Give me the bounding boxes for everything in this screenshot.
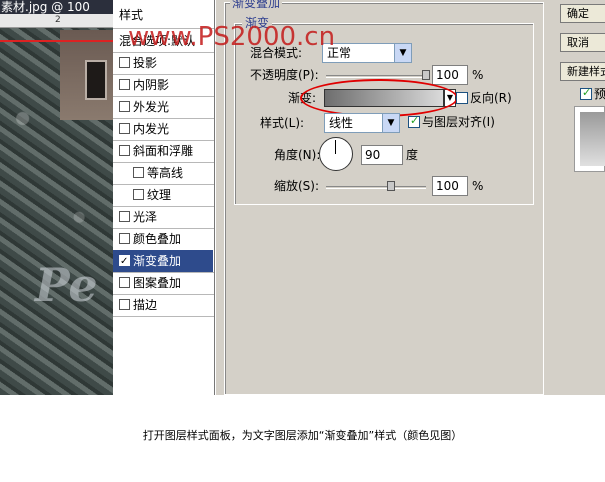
checkbox-icon[interactable] (133, 189, 144, 200)
chevron-down-icon[interactable]: ▼ (394, 44, 411, 62)
checkbox-icon[interactable] (119, 145, 130, 156)
style-item-pattern-overlay[interactable]: 图案叠加 (113, 272, 213, 294)
style-item-stroke[interactable]: 描边 (113, 294, 213, 316)
ruler-number: 2 (55, 15, 61, 25)
checkbox-icon[interactable] (119, 79, 130, 90)
style-preview-swatch (580, 112, 605, 166)
group-title: 渐变叠加 (230, 0, 283, 11)
angle-dial[interactable] (319, 137, 353, 171)
opacity-input[interactable]: 100 (432, 65, 468, 85)
style-label: 样式(L): (260, 116, 305, 130)
angle-label: 角度(N): (274, 148, 321, 162)
scale-input[interactable]: 100 (432, 176, 468, 196)
scale-slider-thumb[interactable] (387, 181, 395, 191)
angle-needle (335, 140, 336, 154)
checkbox-icon[interactable] (133, 167, 144, 178)
checkbox-icon[interactable] (119, 299, 130, 310)
style-item-gradient-overlay[interactable]: 渐变叠加 (113, 250, 213, 273)
caption-area: 打开图层样式面板，为文字图层添加“渐变叠加”样式（颜色见图） (0, 395, 605, 482)
dialog-buttons-column: 确定 取消 新建样式... 预览 (560, 0, 605, 395)
opacity-slider-thumb[interactable] (422, 70, 430, 80)
new-style-button[interactable]: 新建样式... (560, 62, 605, 81)
layer-style-list: 样式 混合选项:默认 投影 内阴影 外发光 内发光 斜面和浮雕 等高线 纹理 光… (113, 0, 215, 395)
checkbox-icon[interactable] (119, 123, 130, 134)
style-item-bevel-emboss[interactable]: 斜面和浮雕 (113, 140, 213, 162)
align-with-layer-checkbox[interactable] (408, 114, 420, 128)
preview-label: 预览 (594, 87, 605, 101)
cancel-button[interactable]: 取消 (560, 33, 605, 52)
preview-checkbox[interactable] (580, 86, 592, 100)
checkbox-icon[interactable] (119, 57, 130, 68)
chevron-down-icon[interactable]: ▼ (382, 114, 399, 132)
style-item-inner-glow[interactable]: 内发光 (113, 118, 213, 140)
angle-unit-label: 度 (406, 148, 419, 162)
document-title: 素材.jpg @ 100 (1, 0, 90, 14)
guide-line (0, 40, 113, 42)
opacity-label: 不透明度(P): (250, 68, 319, 82)
scale-label: 缩放(S): (274, 179, 320, 193)
opacity-slider-track[interactable] (326, 75, 426, 78)
gradient-overlay-panel: 渐变叠加 渐变 混合模式: 正常 ▼ 不透明度(P): 100 % 渐变: ▼ … (216, 0, 560, 395)
document-canvas: Pe (0, 0, 113, 395)
scale-percent-label: % (472, 179, 484, 193)
checkbox-icon[interactable] (119, 101, 130, 112)
scale-slider-track[interactable] (326, 186, 426, 189)
style-item-contour[interactable]: 等高线 (113, 162, 213, 184)
checkbox-icon[interactable] (119, 233, 130, 244)
style-item-satin[interactable]: 光泽 (113, 206, 213, 228)
reverse-label: 反向(R) (470, 91, 512, 105)
style-item-outer-glow[interactable]: 外发光 (113, 96, 213, 118)
checkbox-icon[interactable] (119, 211, 130, 222)
watermark: www.PS2000.cn (128, 22, 336, 52)
checkbox-checked-icon[interactable] (119, 251, 130, 273)
opacity-percent-label: % (472, 68, 484, 82)
style-item-drop-shadow[interactable]: 投影 (113, 52, 213, 74)
canvas-overlay-text: Pe (35, 258, 98, 312)
checkbox-icon[interactable] (119, 277, 130, 288)
angle-input[interactable]: 90 (361, 145, 403, 165)
caption-text: 打开图层样式面板，为文字图层添加“渐变叠加”样式（颜色见图） (142, 429, 463, 442)
blend-mode-select[interactable]: 正常 ▼ (322, 43, 412, 63)
style-item-texture[interactable]: 纹理 (113, 184, 213, 206)
style-item-color-overlay[interactable]: 颜色叠加 (113, 228, 213, 250)
style-select[interactable]: 线性 ▼ (324, 113, 400, 133)
ok-button[interactable]: 确定 (560, 4, 605, 23)
align-with-layer-label: 与图层对齐(I) (422, 115, 495, 129)
reverse-checkbox[interactable] (456, 92, 468, 104)
window-image (85, 60, 107, 100)
style-item-inner-shadow[interactable]: 内阴影 (113, 74, 213, 96)
